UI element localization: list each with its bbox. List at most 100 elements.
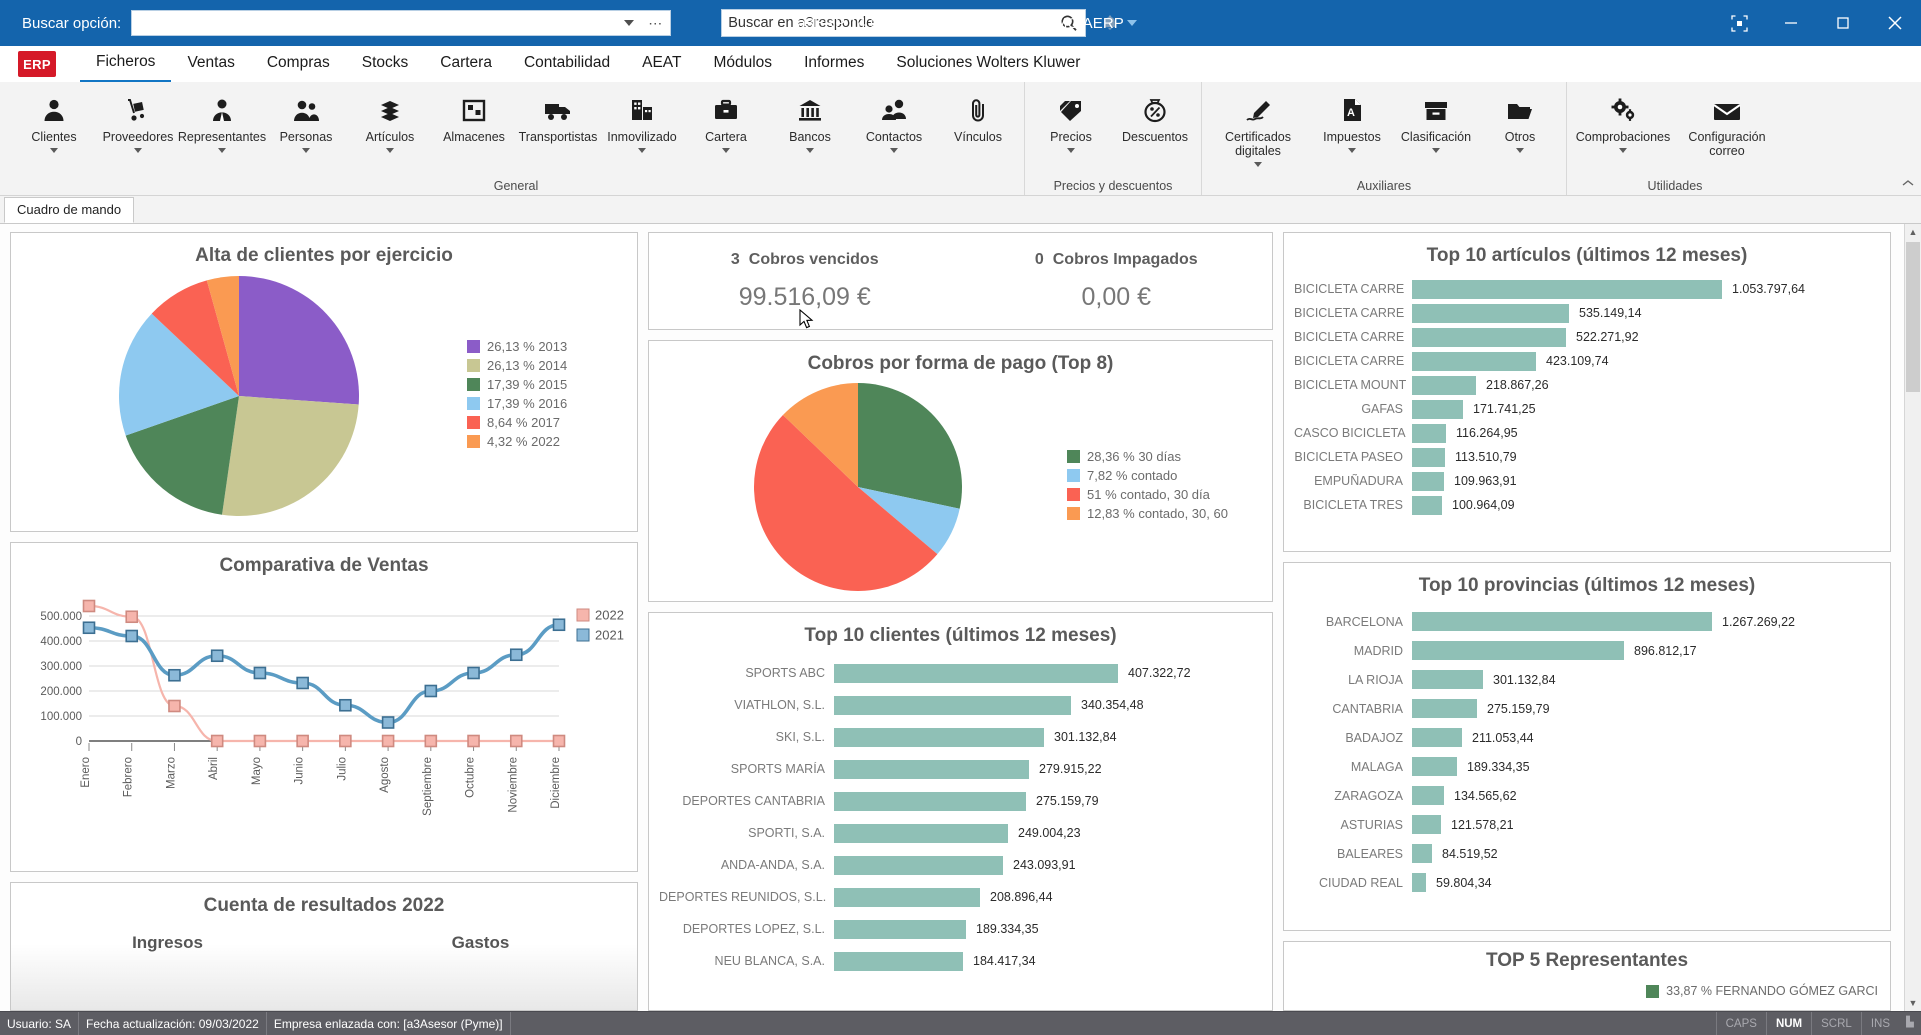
data-point-marker[interactable]: [425, 736, 436, 747]
menu-item-cartera[interactable]: Cartera: [424, 47, 508, 81]
bar-fill[interactable]: [1412, 496, 1442, 515]
bar-fill[interactable]: [1412, 400, 1463, 419]
chevron-down-icon[interactable]: [1432, 148, 1440, 153]
data-point-marker[interactable]: [84, 601, 95, 612]
data-point-marker[interactable]: [169, 670, 180, 681]
bar-fill[interactable]: [1412, 352, 1536, 371]
bar-fill[interactable]: [834, 792, 1026, 811]
data-point-marker[interactable]: [511, 736, 522, 747]
data-point-marker[interactable]: [340, 700, 351, 711]
data-point-marker[interactable]: [212, 650, 223, 661]
menu-item-aeat[interactable]: AEAT: [626, 47, 697, 81]
data-point-marker[interactable]: [212, 736, 223, 747]
bar-fill[interactable]: [834, 696, 1071, 715]
menu-item-ventas[interactable]: Ventas: [171, 47, 250, 81]
data-point-marker[interactable]: [425, 686, 436, 697]
data-point-marker[interactable]: [297, 736, 308, 747]
chevron-down-icon[interactable]: [624, 20, 634, 26]
data-point-marker[interactable]: [511, 649, 522, 660]
menu-item-contabilidad[interactable]: Contabilidad: [508, 47, 626, 81]
bell-icon[interactable]: [1102, 14, 1118, 32]
chevron-down-icon[interactable]: [1619, 148, 1627, 153]
data-point-marker[interactable]: [383, 736, 394, 747]
bar-fill[interactable]: [834, 920, 966, 939]
bar-fill[interactable]: [834, 760, 1029, 779]
chevron-down-icon[interactable]: [1348, 148, 1356, 153]
bar-fill[interactable]: [1412, 641, 1624, 660]
menu-item-informes[interactable]: Informes: [788, 47, 880, 81]
maximize-icon[interactable]: [1817, 0, 1869, 46]
bar-fill[interactable]: [1412, 699, 1477, 718]
resize-grip-icon[interactable]: ▙: [1899, 1017, 1921, 1031]
pie-slice[interactable]: [239, 276, 359, 405]
chevron-down-icon[interactable]: [722, 148, 730, 153]
bar-fill[interactable]: [1412, 670, 1483, 689]
data-point-marker[interactable]: [169, 701, 180, 712]
bar-fill[interactable]: [834, 888, 980, 907]
chevron-down-icon[interactable]: [302, 148, 310, 153]
scroll-up-icon[interactable]: ▲: [1905, 224, 1921, 240]
minimize-icon[interactable]: [1765, 0, 1817, 46]
menu-item-compras[interactable]: Compras: [251, 47, 346, 81]
menu-item-stocks[interactable]: Stocks: [346, 47, 425, 81]
chevron-down-icon[interactable]: [890, 148, 898, 153]
search-icon[interactable]: [1060, 14, 1078, 37]
bar-fill[interactable]: [1412, 873, 1426, 892]
a3responde-search-box[interactable]: [721, 9, 1086, 37]
data-point-marker[interactable]: [340, 736, 351, 747]
data-point-marker[interactable]: [297, 678, 308, 689]
bar-fill[interactable]: [1412, 328, 1566, 347]
chevron-down-icon[interactable]: [134, 148, 142, 153]
bar-fill[interactable]: [1412, 304, 1569, 323]
bar-fill[interactable]: [1412, 280, 1722, 299]
chevron-up-icon[interactable]: [1901, 177, 1915, 191]
chevron-down-icon[interactable]: [218, 148, 226, 153]
bar-fill[interactable]: [1412, 612, 1712, 631]
menu-item-ficheros[interactable]: Ficheros: [80, 46, 171, 83]
data-point-marker[interactable]: [468, 668, 479, 679]
data-point-marker[interactable]: [126, 631, 137, 642]
notifications-group[interactable]: [1102, 14, 1137, 32]
more-options-icon[interactable]: ⋯: [648, 19, 662, 27]
search-option-combobox[interactable]: ⋯: [131, 10, 671, 36]
pie-slice[interactable]: [858, 383, 962, 509]
chevron-down-icon[interactable]: [1067, 148, 1075, 153]
data-point-marker[interactable]: [254, 736, 265, 747]
data-point-marker[interactable]: [468, 736, 479, 747]
chevron-down-icon[interactable]: [386, 148, 394, 153]
bar-fill[interactable]: [1412, 815, 1441, 834]
a3responde-search-input[interactable]: [728, 15, 1048, 31]
chevron-down-icon[interactable]: [1127, 20, 1137, 26]
chevron-down-icon[interactable]: [806, 148, 814, 153]
close-icon[interactable]: [1869, 0, 1921, 46]
bar-fill[interactable]: [1412, 728, 1462, 747]
bar-fill[interactable]: [834, 664, 1118, 683]
tab-cuadro-de-mando[interactable]: Cuadro de mando: [4, 197, 134, 223]
chevron-down-icon[interactable]: [1254, 162, 1262, 167]
bar-fill[interactable]: [1412, 472, 1444, 491]
bar-fill[interactable]: [834, 728, 1044, 747]
chevron-down-icon[interactable]: [638, 148, 646, 153]
menu-item-soluciones-wolters-kluwer[interactable]: Soluciones Wolters Kluwer: [880, 47, 1096, 81]
bar-fill[interactable]: [1412, 844, 1432, 863]
bar-fill[interactable]: [1412, 376, 1476, 395]
search-option-input[interactable]: [138, 15, 608, 31]
bar-fill[interactable]: [1412, 786, 1444, 805]
bar-fill[interactable]: [1412, 448, 1445, 467]
bar-fill[interactable]: [834, 952, 963, 971]
scroll-down-icon[interactable]: ▼: [1905, 995, 1921, 1011]
data-point-marker[interactable]: [383, 717, 394, 728]
data-point-marker[interactable]: [554, 736, 565, 747]
pie-slice[interactable]: [222, 396, 359, 516]
scrollbar-thumb[interactable]: [1906, 242, 1920, 392]
data-point-marker[interactable]: [254, 668, 265, 679]
bar-fill[interactable]: [1412, 757, 1457, 776]
dashboard-scrollbar[interactable]: ▲ ▼: [1904, 224, 1921, 1011]
chevron-down-icon[interactable]: [50, 148, 58, 153]
bar-fill[interactable]: [834, 824, 1008, 843]
data-point-marker[interactable]: [126, 611, 137, 622]
data-point-marker[interactable]: [84, 622, 95, 633]
chevron-down-icon[interactable]: [1516, 148, 1524, 153]
bar-fill[interactable]: [1412, 424, 1446, 443]
menu-item-m-dulos[interactable]: Módulos: [697, 47, 788, 81]
